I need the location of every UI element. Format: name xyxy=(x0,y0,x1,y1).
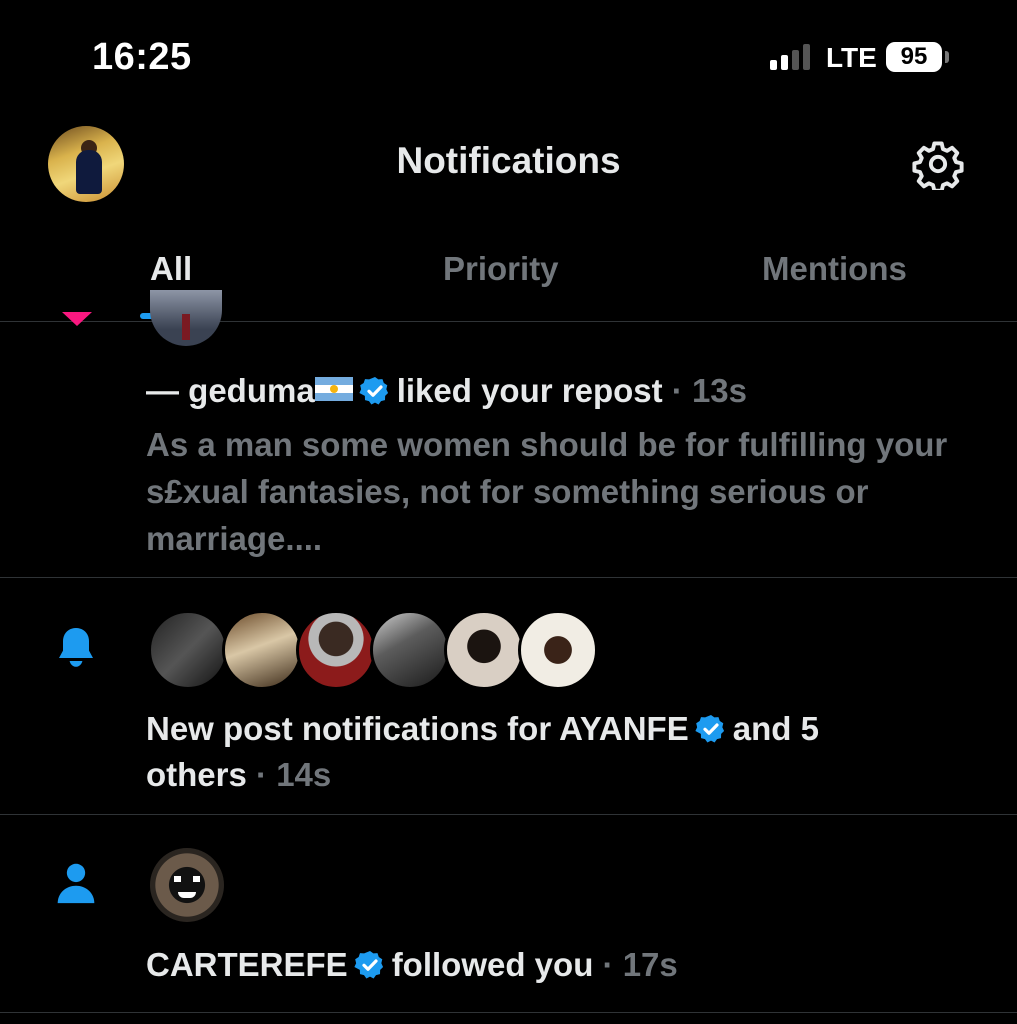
follow-notification-text[interactable]: CARTEREFE followed you · 17s xyxy=(146,946,678,984)
argentina-flag-icon xyxy=(314,377,353,401)
verified-badge-icon xyxy=(354,951,383,979)
avatar[interactable] xyxy=(370,610,450,690)
post-notification-text-line2[interactable]: others · 14s xyxy=(146,756,331,794)
bell-icon xyxy=(59,628,93,667)
tab-all[interactable]: All xyxy=(150,250,192,288)
page-title: Notifications xyxy=(396,140,621,181)
heart-icon xyxy=(62,312,92,326)
avatar[interactable] xyxy=(518,610,598,690)
avatar[interactable] xyxy=(222,610,302,690)
battery-icon xyxy=(945,51,949,63)
notification-divider xyxy=(0,577,1017,578)
subscribed-accounts-avatars[interactable] xyxy=(148,610,598,690)
tab-mentions[interactable]: Mentions xyxy=(762,250,907,288)
avatar[interactable] xyxy=(296,610,376,690)
gear-icon[interactable] xyxy=(912,138,964,190)
status-time: 16:25 xyxy=(92,36,192,78)
liker-name[interactable]: — geduma xyxy=(146,372,315,409)
verified-badge-icon xyxy=(359,377,388,405)
person-icon xyxy=(57,863,95,904)
notification-divider xyxy=(0,814,1017,815)
avatar[interactable] xyxy=(148,610,228,690)
notification-divider xyxy=(0,1012,1017,1013)
like-timestamp: 13s xyxy=(691,372,748,409)
liker-avatar[interactable] xyxy=(150,290,222,346)
liked-post-preview[interactable]: As a man some women should be for fulfil… xyxy=(146,421,986,562)
post-notification-text[interactable]: New post notifications for AYANFE and 5 xyxy=(146,710,819,748)
tab-priority[interactable]: Priority xyxy=(443,250,559,288)
network-type: LTE xyxy=(826,42,877,73)
like-notification-header[interactable]: — geduma liked your repost · 13s xyxy=(146,372,747,410)
like-action: liked your repost xyxy=(396,372,663,409)
post-notification-timestamp: 14s xyxy=(276,756,332,793)
follower-name[interactable]: CARTEREFE xyxy=(146,946,348,983)
verified-badge-icon xyxy=(695,715,724,743)
follow-timestamp: 17s xyxy=(622,946,678,983)
signal-strength-icon xyxy=(770,44,810,70)
follower-avatar[interactable] xyxy=(150,848,224,922)
avatar[interactable] xyxy=(444,610,524,690)
battery-level: 95 xyxy=(886,42,942,72)
